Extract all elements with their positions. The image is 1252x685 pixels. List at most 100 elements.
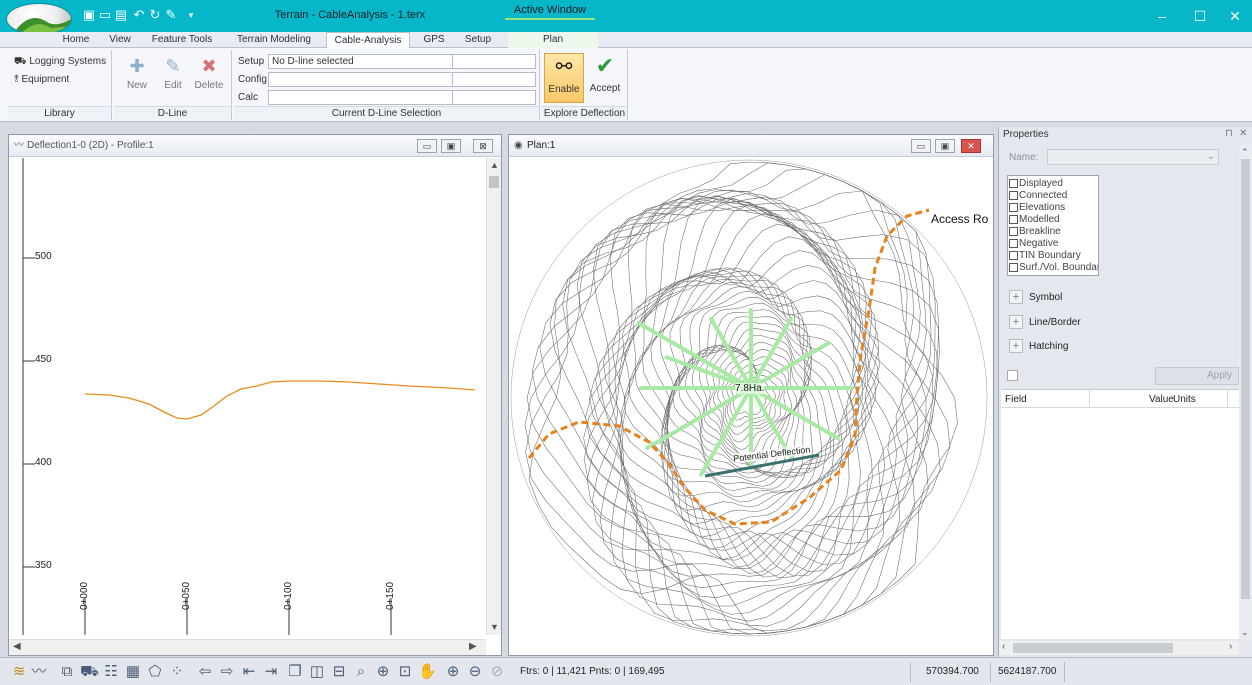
scroll-down-icon[interactable]: ▼ [490,622,499,632]
scroll-thumb[interactable] [1241,159,1250,599]
setup-field[interactable]: No D-line selected [268,54,472,69]
zoom-window-icon[interactable]: ⊕ [374,663,392,681]
save-icon[interactable]: ▤ [114,8,128,21]
tile-horizontal-icon[interactable]: ⊟ [330,663,348,681]
profile-horizontal-scrollbar[interactable]: ◀ ▶ [9,639,486,655]
plan-close-button[interactable]: ✕ [961,139,981,153]
close-properties-icon[interactable]: ✕ [1239,128,1247,139]
new-dline-button[interactable]: ✚ New [122,56,152,91]
back-icon[interactable]: ⇤ [240,663,258,681]
profile-restore-button[interactable]: ▣ [441,139,461,153]
apply-button[interactable]: Apply [1155,367,1239,385]
scroll-left-icon[interactable]: ◀ [13,641,21,652]
checkbox[interactable] [1009,178,1018,188]
tile-vertical-icon[interactable]: ◫ [308,663,326,681]
scroll-right-icon[interactable]: › [1229,641,1232,652]
logging-systems-button[interactable]: ⛟ Logging Systems [14,56,106,69]
undo-icon[interactable]: ↶ [132,8,146,21]
config-field[interactable] [268,72,472,87]
arrow-right-icon[interactable]: ⇨ [218,663,236,681]
enable-button[interactable]: ⚯ Enable [544,53,584,103]
layers-tool-icon[interactable]: ☷ [102,663,120,681]
contours-tool-icon[interactable]: ≋ [10,663,28,681]
dropdown-icon[interactable]: ▾ [184,9,198,21]
scroll-up-icon[interactable]: ▲ [490,160,499,170]
zoom-in-icon[interactable]: ⊕ [444,663,462,681]
scroll-right-icon[interactable]: ▶ [469,641,477,652]
accept-button[interactable]: ✔ Accept [586,53,624,94]
line-border-section[interactable]: + Line/Border [1009,313,1081,333]
tab-feature-tools[interactable]: Feature Tools [146,32,218,48]
properties-vertical-scrollbar[interactable]: ⌃ ⌄ [1239,145,1252,641]
points-tool-icon[interactable]: ⁘ [168,663,186,681]
setup-extra-field[interactable] [452,54,536,69]
hatching-section[interactable]: + Hatching [1009,337,1068,357]
maximize-button[interactable]: ☐ [1180,6,1220,26]
app-logo[interactable] [6,3,72,35]
delete-dline-button[interactable]: ✖ Delete [192,56,226,91]
redo-icon[interactable]: ↻ [148,8,162,21]
checkbox[interactable] [1009,262,1018,272]
checkbox[interactable] [1009,214,1018,224]
zoom-icon[interactable]: ⌕ [352,663,370,681]
checkbox[interactable] [1009,250,1018,260]
cascade-windows-icon[interactable]: ❐ [286,663,304,681]
checkbox[interactable] [1009,202,1018,212]
plan-restore-button[interactable]: ▣ [935,139,955,153]
cube-tool-icon[interactable]: ⧉ [58,663,76,681]
profile-minimize-button[interactable]: ▭ [417,139,437,153]
symbol-section[interactable]: + Symbol [1009,288,1062,308]
scroll-thumb[interactable] [1013,643,1173,653]
tab-home[interactable]: Home [56,32,96,48]
apply-checkbox[interactable] [1007,370,1018,381]
close-button[interactable]: ✕ [1215,6,1252,26]
arrow-left-icon[interactable]: ⇦ [196,663,214,681]
checkbox[interactable] [1009,238,1018,248]
customize-icon[interactable]: ✎ [164,8,178,21]
pin-icon[interactable]: ⊓ [1225,128,1233,139]
profile-close-button[interactable]: ⊠ [473,139,493,153]
tab-view[interactable]: View [102,32,138,48]
calc-field[interactable] [268,90,472,105]
tab-cable-analysis[interactable]: Cable-Analysis [326,32,410,49]
attribute-check-item[interactable]: Modelled [1009,214,1097,226]
grid-tool-icon[interactable]: ▦ [124,663,142,681]
attribute-check-item[interactable]: Surf./Vol. Boundary [1009,262,1098,274]
equipment-button[interactable]: ⥉ Equipment [14,74,69,85]
name-field[interactable]: ⌄ [1047,149,1219,165]
shape-tool-icon[interactable]: ⬠ [146,663,164,681]
attribute-check-item[interactable]: TIN Boundary [1009,250,1097,262]
tab-plan[interactable]: Plan [508,32,598,48]
open-file-icon[interactable]: ▭ [98,8,112,21]
scroll-up-icon[interactable]: ⌃ [1241,147,1249,158]
tab-gps[interactable]: GPS [418,32,450,48]
scroll-thumb[interactable] [489,176,499,188]
properties-horizontal-scrollbar[interactable]: ‹ › [999,641,1239,655]
scroll-down-icon[interactable]: ⌄ [1241,627,1249,638]
calc-extra-field[interactable] [452,90,536,105]
config-extra-field[interactable] [452,72,536,87]
zoom-extents-icon[interactable]: ⊘ [488,663,506,681]
attribute-check-item[interactable]: Breakline [1009,226,1097,238]
edit-dline-button[interactable]: ✎ Edit [158,56,188,91]
tab-setup[interactable]: Setup [456,32,500,48]
attribute-check-item[interactable]: Displayed [1009,178,1097,190]
pan-hand-icon[interactable]: ✋ [418,663,437,681]
lock-icon[interactable]: ⊡ [396,663,414,681]
equipment-tool-icon[interactable]: ⛟ [80,663,99,681]
plan-minimize-button[interactable]: ▭ [911,139,931,153]
checkbox[interactable] [1009,190,1018,200]
profile-vertical-scrollbar[interactable]: ▲ ▼ [486,158,501,635]
scroll-left-icon[interactable]: ‹ [1002,641,1005,652]
profile-tool-icon[interactable]: 〰 [30,663,48,681]
forward-icon[interactable]: ⇥ [262,663,280,681]
attribute-check-item[interactable]: Negative [1009,238,1097,250]
attribute-check-item[interactable]: Elevations [1009,202,1097,214]
name-dropdown-icon[interactable]: ⌄ [1207,151,1215,162]
attribute-check-item[interactable]: Connected [1009,190,1097,202]
checkbox[interactable] [1009,226,1018,236]
new-file-icon[interactable]: ▣ [82,8,96,21]
minimize-button[interactable]: – [1142,6,1182,26]
tab-terrain-modeling[interactable]: Terrain Modeling [228,32,320,48]
zoom-out-icon[interactable]: ⊖ [466,663,484,681]
